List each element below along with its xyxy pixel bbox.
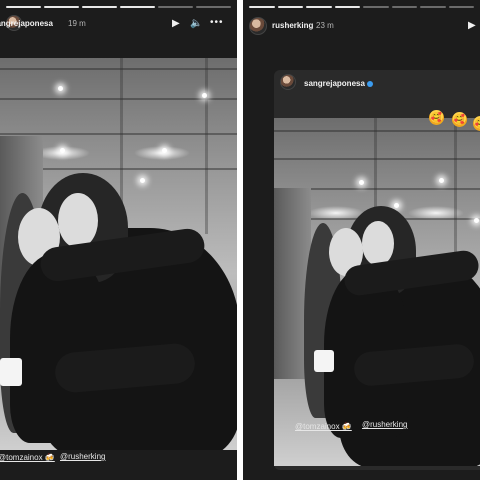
progress-bar-segment — [391, 6, 417, 8]
mention-tag[interactable]: @tomzainox 🍻 — [295, 422, 352, 431]
mention-tag[interactable]: @tomzainox 🍻 — [0, 453, 55, 462]
progress-bar-segment — [277, 6, 303, 8]
progress-bar-segment — [306, 6, 332, 8]
progress-bar-segment — [420, 6, 446, 8]
story-username[interactable]: rusherking — [272, 21, 313, 30]
story-progress-bars — [6, 6, 231, 8]
play-icon[interactable]: ▶ — [172, 19, 180, 29]
avatar[interactable] — [249, 17, 267, 35]
repost-username[interactable]: sangrejaponesa — [304, 79, 373, 88]
emoji-sticker: 🥰 — [452, 112, 467, 127]
verified-badge-icon — [366, 80, 373, 87]
progress-bar-segment — [6, 6, 41, 8]
progress-bar-segment — [158, 6, 193, 8]
mention-tag[interactable]: @rusherking — [60, 452, 105, 461]
story-progress-bars — [249, 6, 474, 8]
repost-username-text[interactable]: sangrejaponesa — [304, 79, 365, 88]
play-icon[interactable]: ▶ — [468, 21, 476, 31]
left-story-panel[interactable]: sangrejaponesa 19 m ▶ 🔈 ••• @tomzainox 🍻… — [0, 0, 237, 480]
progress-bar-segment — [249, 6, 275, 8]
volume-icon[interactable]: 🔈 — [190, 19, 202, 29]
progress-bar-segment — [196, 6, 231, 8]
story-timestamp: 19 m — [68, 19, 86, 28]
progress-bar-segment — [334, 6, 360, 8]
more-options-icon[interactable]: ••• — [210, 18, 224, 28]
reposted-story-card[interactable]: sangrejaponesa 🥰 🥰 🥰 — [274, 70, 480, 470]
progress-bar-segment — [120, 6, 155, 8]
emoji-sticker: 🥰 — [429, 110, 444, 125]
progress-bar-segment — [82, 6, 117, 8]
avatar[interactable] — [280, 74, 296, 90]
progress-bar-segment — [363, 6, 389, 8]
mention-tag[interactable]: @rusherking — [362, 420, 407, 429]
reposted-photo — [274, 118, 480, 466]
story-photo — [0, 58, 237, 450]
story-timestamp: 23 m — [316, 21, 334, 30]
progress-bar-segment — [44, 6, 79, 8]
progress-bar-segment — [448, 6, 474, 8]
story-username[interactable]: sangrejaponesa — [0, 19, 53, 28]
